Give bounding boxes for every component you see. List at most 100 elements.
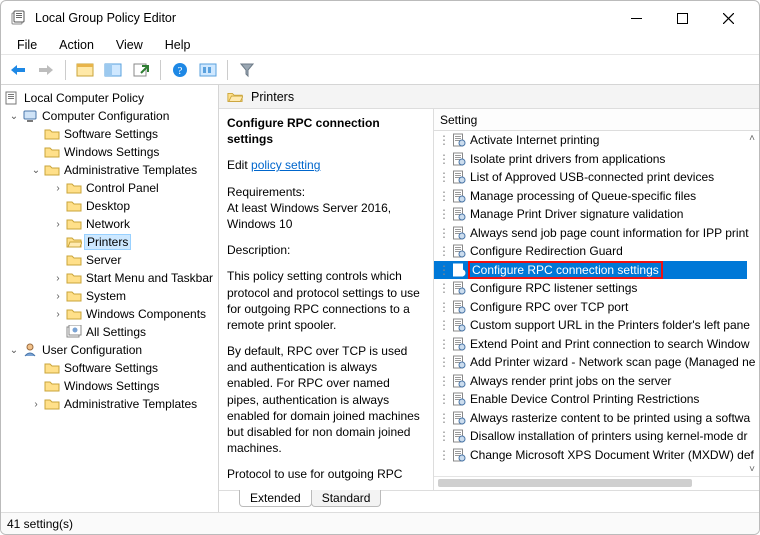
scrollbar-thumb[interactable] (438, 479, 692, 487)
tree-admin-templates[interactable]: ⌄ Administrative Templates (1, 161, 218, 179)
setting-row[interactable]: ⋮Custom support URL in the Printers fold… (434, 316, 747, 335)
tree-item[interactable]: Server (1, 251, 218, 269)
setting-row[interactable]: ⋮Manage processing of Queue-specific fil… (434, 187, 747, 206)
tree-label: Local Computer Policy (23, 91, 145, 105)
row-gutter-icon: ⋮ (438, 244, 450, 258)
setting-row[interactable]: ⋮List of Approved USB-connected print de… (434, 168, 747, 187)
tree-label: System (85, 289, 127, 303)
setting-label: Isolate print drivers from applications (470, 152, 665, 166)
minimize-button[interactable] (613, 3, 659, 33)
horizontal-scrollbar[interactable] (434, 476, 759, 490)
svg-text:?: ? (178, 65, 183, 77)
setting-row[interactable]: ⋮Activate Internet printing (434, 131, 747, 150)
tree-item[interactable]: ›Windows Components (1, 305, 218, 323)
tree-item[interactable]: Desktop (1, 197, 218, 215)
close-button[interactable] (705, 3, 751, 33)
menu-action[interactable]: Action (49, 36, 104, 54)
app-icon (11, 10, 27, 26)
filter-button[interactable] (236, 59, 258, 81)
collapse-icon[interactable]: ⌄ (7, 345, 21, 356)
tree-label: Windows Settings (63, 379, 160, 393)
setting-row[interactable]: ⋮Configure RPC listener settings (434, 279, 747, 298)
back-button[interactable] (7, 59, 29, 81)
policy-item-icon (452, 263, 466, 277)
setting-row[interactable]: ⋮Disallow installation of printers using… (434, 427, 747, 446)
maximize-button[interactable] (659, 3, 705, 33)
help-button[interactable]: ? (169, 59, 191, 81)
refresh-button[interactable] (197, 59, 219, 81)
tab-standard[interactable]: Standard (311, 490, 382, 507)
tree-item[interactable]: Software Settings (1, 125, 218, 143)
expand-icon[interactable]: › (29, 399, 43, 410)
tree-user-configuration[interactable]: ⌄ User Configuration (1, 341, 218, 359)
setting-row[interactable]: ⋮Manage Print Driver signature validatio… (434, 205, 747, 224)
properties-button[interactable] (102, 59, 124, 81)
tree-item[interactable]: Software Settings (1, 359, 218, 377)
tree-item[interactable]: All Settings (1, 323, 218, 341)
settings-list: Setting ˄ ⋮Activate Internet printing⋮Is… (433, 109, 759, 490)
nav-tree[interactable]: Local Computer Policy ⌄ Computer Configu… (1, 85, 219, 512)
expand-icon[interactable]: › (51, 291, 65, 302)
tree-item[interactable]: ›Control Panel (1, 179, 218, 197)
folder-icon (66, 234, 82, 250)
setting-row[interactable]: ⋮Configure Redirection Guard (434, 242, 747, 261)
tree-computer-configuration[interactable]: ⌄ Computer Configuration (1, 107, 218, 125)
detail-req-body: At least Windows Server 2016, Windows 10 (227, 200, 425, 232)
tree-label: Start Menu and Taskbar (85, 271, 214, 285)
setting-label: Always send job page count information f… (470, 226, 749, 240)
menu-file[interactable]: File (7, 36, 47, 54)
setting-row[interactable]: ⋮Always send job page count information … (434, 224, 747, 243)
row-gutter-icon: ⋮ (438, 411, 450, 425)
folder-icon (66, 288, 82, 304)
forward-button[interactable] (35, 59, 57, 81)
setting-label: Always render print jobs on the server (470, 374, 671, 388)
setting-row[interactable]: ⋮Isolate print drivers from applications (434, 150, 747, 169)
setting-row[interactable]: ⋮Always rasterize content to be printed … (434, 409, 747, 428)
detail-edit-line: Edit policy setting (227, 157, 425, 173)
setting-row[interactable]: ⋮Configure RPC connection settings (434, 261, 747, 280)
expand-icon[interactable]: › (51, 309, 65, 320)
export-button[interactable] (130, 59, 152, 81)
setting-row[interactable]: ⋮Configure RPC over TCP port (434, 298, 747, 317)
tree-root[interactable]: Local Computer Policy (1, 89, 218, 107)
expand-icon[interactable]: › (51, 183, 65, 194)
row-gutter-icon: ⋮ (438, 337, 450, 351)
setting-row[interactable]: ⋮Extend Point and Print connection to se… (434, 335, 747, 354)
folder-icon (66, 306, 82, 322)
detail-description: Description: (227, 242, 425, 258)
list-body[interactable]: ˄ ⋮Activate Internet printing⋮Isolate pr… (434, 131, 759, 476)
collapse-icon[interactable]: ⌄ (29, 165, 43, 176)
edit-policy-link[interactable]: policy setting (251, 158, 320, 172)
policy-item-icon (452, 133, 466, 147)
tree-item[interactable]: Printers (1, 233, 218, 251)
menu-view[interactable]: View (106, 36, 153, 54)
scroll-up-icon[interactable]: ˄ (745, 131, 759, 145)
tree-item[interactable]: ›Administrative Templates (1, 395, 218, 413)
tree-label: Software Settings (63, 127, 159, 141)
tree-item[interactable]: › Start Menu and Taskbar (1, 269, 218, 287)
setting-row[interactable]: ⋮Change Microsoft XPS Document Writer (M… (434, 446, 747, 465)
menu-help[interactable]: Help (155, 36, 201, 54)
setting-row[interactable]: ⋮Enable Device Control Printing Restrict… (434, 390, 747, 409)
setting-row[interactable]: ⋮Always render print jobs on the server (434, 372, 747, 391)
view-tabs: Extended Standard (219, 490, 759, 512)
show-hide-tree-button[interactable] (74, 59, 96, 81)
detail-edit-prefix: Edit (227, 158, 251, 172)
tree-item[interactable]: › System (1, 287, 218, 305)
folder-icon (44, 360, 60, 376)
tree-label: Network (85, 217, 131, 231)
setting-label: Configure RPC listener settings (470, 281, 637, 295)
tab-extended[interactable]: Extended (239, 490, 312, 507)
tree-label: Windows Settings (63, 145, 160, 159)
list-header-setting[interactable]: Setting (434, 109, 759, 131)
tree-item[interactable]: › Network (1, 215, 218, 233)
expand-icon[interactable]: › (51, 219, 65, 230)
tree-item[interactable]: Windows Settings (1, 377, 218, 395)
scroll-down-icon[interactable]: ˅ (745, 462, 759, 476)
expand-icon[interactable]: › (51, 273, 65, 284)
title-bar[interactable]: Local Group Policy Editor (1, 1, 759, 35)
collapse-icon[interactable]: ⌄ (7, 111, 21, 122)
folder-icon (44, 162, 60, 178)
setting-row[interactable]: ⋮Add Printer wizard - Network scan page … (434, 353, 747, 372)
tree-item[interactable]: Windows Settings (1, 143, 218, 161)
